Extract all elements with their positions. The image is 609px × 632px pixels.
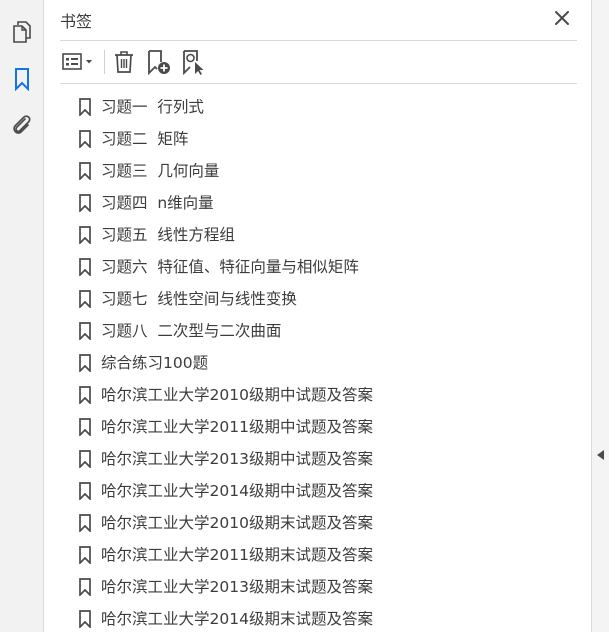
bookmark-icon <box>79 226 91 244</box>
panel-splitter[interactable] <box>591 0 609 632</box>
close-icon <box>555 11 569 25</box>
bookmark-label: 哈尔滨工业大学2013级期中试题及答案 <box>101 450 373 468</box>
paperclip-icon <box>13 115 31 134</box>
bookmarks-toolbar <box>44 44 591 80</box>
bookmark-label: 习题五 线性方程组 <box>101 226 235 244</box>
bookmark-icon <box>79 162 91 180</box>
bookmark-label: 哈尔滨工业大学2011级期末试题及答案 <box>101 546 373 564</box>
bookmark-label: 哈尔滨工业大学2010级期末试题及答案 <box>101 514 373 532</box>
bookmark-icon <box>79 482 91 500</box>
bookmark-label: 哈尔滨工业大学2013级期末试题及答案 <box>101 578 373 596</box>
bookmark-item[interactable]: 哈尔滨工业大学2010级期中试题及答案 <box>44 378 591 410</box>
bookmark-icon <box>79 386 91 404</box>
bookmark-label: 哈尔滨工业大学2011级期中试题及答案 <box>101 418 373 436</box>
bookmark-icon <box>79 546 91 564</box>
add-bookmark-icon <box>148 50 170 75</box>
bookmark-icon <box>79 130 91 148</box>
options-menu-button[interactable] <box>60 48 98 76</box>
left-navigation-rail <box>0 0 44 632</box>
bookmark-label: 习题二 矩阵 <box>101 130 189 148</box>
bookmark-item[interactable]: 哈尔滨工业大学2010级期末试题及答案 <box>44 506 591 538</box>
bookmark-label: 哈尔滨工业大学2010级期中试题及答案 <box>101 386 373 404</box>
find-bookmark-button[interactable] <box>180 48 208 76</box>
close-panel-button[interactable] <box>552 8 572 28</box>
bookmark-item[interactable]: 哈尔滨工业大学2013级期中试题及答案 <box>44 442 591 474</box>
bookmark-label: 习题三 几何向量 <box>101 162 220 180</box>
trash-icon <box>115 51 133 73</box>
panel-title: 书签 <box>60 12 93 31</box>
bookmark-item[interactable]: 习题一 行列式 <box>44 90 591 122</box>
bookmark-label: 习题四 n维向量 <box>101 194 214 212</box>
bookmark-item[interactable]: 综合练习100题 <box>44 346 591 378</box>
bookmark-icon <box>79 578 91 596</box>
toolbar-separator <box>104 50 105 74</box>
bookmark-item[interactable]: 哈尔滨工业大学2013级期末试题及答案 <box>44 570 591 602</box>
bookmark-label: 习题七 线性空间与线性变换 <box>101 290 297 308</box>
panel-header: 书签 <box>44 0 591 40</box>
bookmarks-panel: 书签 习题一 行列式 习题二 矩阵 习题三 几何向量 习题四 n维向量 习题五 … <box>44 0 591 632</box>
collapse-arrow-icon <box>597 450 604 460</box>
bookmark-icon <box>79 290 91 308</box>
options-menu-icon <box>62 53 92 70</box>
toolbar-divider <box>60 83 577 84</box>
bookmark-icon <box>79 610 91 628</box>
bookmark-list: 习题一 行列式 习题二 矩阵习题三 几何向量 习题四 n维向量习题五 线性方程组习题… <box>44 90 591 632</box>
attachments-button[interactable] <box>9 112 35 138</box>
bookmark-icon <box>79 194 91 212</box>
bookmark-item[interactable]: 哈尔滨工业大学2011级期末试题及答案 <box>44 538 591 570</box>
bookmark-item[interactable]: 习题六 特征值、特征向量与相似矩阵 <box>44 250 591 282</box>
delete-bookmark-button[interactable] <box>111 48 137 76</box>
bookmark-icon <box>79 98 91 116</box>
bookmark-item[interactable]: 习题三 几何向量 <box>44 154 591 186</box>
bookmark-item[interactable]: 习题二 矩阵 <box>44 122 591 154</box>
bookmark-label: 习题八 二次型与二次曲面 <box>101 322 282 340</box>
bookmark-icon <box>79 514 91 532</box>
bookmark-label: 习题一 行列式 <box>101 98 204 116</box>
pages-button[interactable] <box>9 19 35 45</box>
bookmark-icon <box>79 354 91 372</box>
bookmark-item[interactable]: 习题四 n维向量 <box>44 186 591 218</box>
bookmark-label: 哈尔滨工业大学2014级期末试题及答案 <box>101 610 373 628</box>
find-bookmark-icon <box>183 50 204 75</box>
bookmark-item[interactable]: 习题八 二次型与二次曲面 <box>44 314 591 346</box>
add-bookmark-button[interactable] <box>145 48 173 76</box>
bookmark-icon <box>79 418 91 436</box>
bookmark-icon <box>79 450 91 468</box>
bookmark-item[interactable]: 哈尔滨工业大学2014级期中试题及答案 <box>44 474 591 506</box>
bookmark-icon <box>79 258 91 276</box>
header-divider <box>60 40 577 41</box>
bookmark-label: 综合练习100题 <box>101 354 209 372</box>
bookmark-item[interactable]: 哈尔滨工业大学2011级期中试题及答案 <box>44 410 591 442</box>
bookmark-icon <box>15 68 29 91</box>
bookmark-label: 哈尔滨工业大学2014级期中试题及答案 <box>101 482 373 500</box>
bookmark-item[interactable]: 哈尔滨工业大学2014级期末试题及答案 <box>44 602 591 632</box>
bookmark-label: 习题六 特征值、特征向量与相似矩阵 <box>101 258 359 276</box>
bookmark-icon <box>79 322 91 340</box>
bookmark-item[interactable]: 习题五 线性方程组 <box>44 218 591 250</box>
bookmark-item[interactable]: 习题七 线性空间与线性变换 <box>44 282 591 314</box>
bookmarks-button[interactable] <box>9 66 35 92</box>
pages-icon <box>13 21 31 43</box>
